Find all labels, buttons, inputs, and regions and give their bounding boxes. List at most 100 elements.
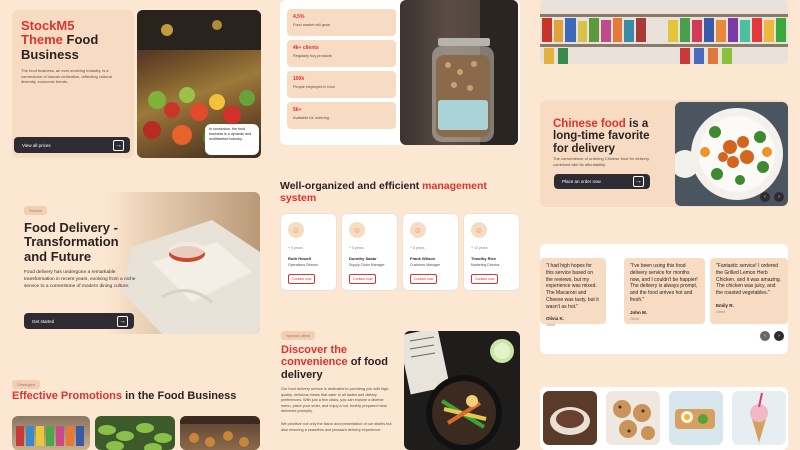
review-card: "I had high hopes for this service based… [540, 258, 606, 328]
stat-item: 4k+ clients Regularly buy products [287, 40, 396, 67]
stat-label: Available for ordering [293, 116, 329, 120]
chevron-left-icon: ‹ [764, 333, 766, 339]
arrow-right-icon: → [633, 176, 644, 187]
service-pill: Service [24, 206, 48, 215]
person-name: Dorothy Sabar [349, 256, 377, 261]
review-role: Client [546, 323, 555, 328]
shelf-photo [540, 0, 788, 64]
get-started-label: Get started [32, 318, 55, 324]
chinese-next-button[interactable]: › [774, 192, 784, 202]
chinese-title: Chinese food is a long-time favorite for… [553, 118, 678, 155]
promo-photo-1 [12, 416, 90, 450]
delivery-title: Food Delivery - Transformation and Futur… [24, 220, 119, 264]
user-icon: ☺ [349, 222, 365, 238]
jar-illustration [432, 0, 518, 145]
shelf-illustration [540, 14, 788, 64]
bowl-photo [404, 331, 520, 450]
promotions-title-rest: in the Food Business [122, 390, 237, 402]
stat-item: 5k+ Available for ordering [287, 102, 396, 129]
gallery-photo-1 [543, 391, 597, 445]
review-text: "I had high hopes for this service based… [546, 263, 599, 310]
user-icon: ☺ [410, 222, 426, 238]
gallery-photo-4 [732, 391, 786, 445]
discover-title-red: Discover the convenience [281, 344, 348, 369]
arrow-right-icon: → [117, 315, 128, 327]
contact-button[interactable]: Contact now [410, 274, 438, 284]
jar-photo [400, 0, 518, 145]
view-prices-button[interactable]: View all prices → [14, 137, 130, 153]
hero-card: StockM5 Theme Food Business The food bus… [12, 10, 134, 158]
bowl-illustration [404, 331, 514, 450]
review-text: "I've been using this food delivery serv… [630, 263, 698, 303]
contact-button[interactable]: Contact now [349, 274, 377, 284]
person-years: + 10 years [471, 246, 488, 250]
person-name: Ruth Howell [288, 256, 312, 261]
stat-label: People employed in food [293, 85, 335, 89]
person-years: + 5 years [288, 246, 303, 250]
stat-value: 5k+ [293, 107, 302, 113]
chinese-dish-illustration [675, 108, 783, 200]
chinese-title-line3: for delivery [553, 142, 615, 155]
cookies-illustration [613, 400, 655, 440]
person-role: Supply Chain Manager [349, 263, 385, 267]
chinese-title-rest: is a [625, 118, 649, 130]
reviews-next-button[interactable]: › [774, 331, 784, 341]
discover-body-1: Our food delivery service is dedicated t… [281, 387, 390, 413]
person-card: ☺ + 5 years Dorothy Sabar Supply Chain M… [341, 213, 398, 291]
delivery-body: Food delivery has undergone a remarkable… [24, 270, 136, 289]
user-icon: ☺ [471, 222, 487, 238]
hero-caption: In conclusion, the food business is a dy… [209, 127, 252, 142]
contact-button[interactable]: Contact now [288, 274, 316, 284]
toast-illustration [675, 409, 715, 429]
arrow-right-icon: → [113, 139, 124, 151]
get-started-button[interactable]: Get started → [24, 313, 134, 329]
chinese-body: The convenience of ordering Chinese food… [553, 156, 650, 167]
promotions-title: Effective Promotions in the Food Busines… [12, 390, 272, 402]
reviews-prev-button[interactable]: ‹ [760, 331, 770, 341]
promo-market-illustration [180, 416, 260, 447]
chinese-title-line2: long-time favorite [553, 130, 650, 143]
discover-title: Discover the convenience of food deliver… [281, 344, 397, 381]
management-title: Well-organized and efficient management … [280, 180, 520, 205]
person-role: Customer Manager [410, 263, 440, 267]
promo-photo-2 [95, 416, 175, 450]
person-role: Marketing Director [471, 263, 500, 267]
place-order-button[interactable]: Place an order now → [554, 174, 650, 189]
discover-body-2: We prioritize not only the flavor and pr… [281, 422, 392, 432]
hero-title-brand: StockM5 [21, 18, 75, 33]
review-role: Client [630, 316, 639, 321]
hero-body: The food business, an ever-evolving indu… [21, 67, 112, 85]
stat-label: Regularly buy products [293, 54, 332, 58]
place-order-label: Place an order now [562, 179, 601, 184]
promo-shelf-illustration [16, 426, 84, 446]
contact-button[interactable]: Contact now [471, 274, 499, 284]
hero-title-food: Food [66, 32, 99, 48]
view-prices-label: View all prices [22, 142, 51, 148]
user-icon: ☺ [288, 222, 304, 238]
person-name: Timothy Rice [471, 256, 497, 261]
hero-title-theme: Theme [21, 32, 63, 48]
promo-veg-illustration [98, 423, 172, 450]
hero-title-business: Business [21, 46, 79, 62]
gallery-photo-3 [669, 391, 723, 445]
chevron-right-icon: › [778, 194, 780, 200]
stat-value: 4k+ clients [293, 45, 319, 51]
stats-list: 4,5% Food market will grow 4k+ clients R… [287, 9, 396, 129]
gallery-photo-2 [606, 391, 660, 445]
stat-value: 4,5% [293, 14, 305, 20]
review-role: Client [716, 309, 725, 314]
strategies-pill: Strategies [12, 380, 41, 389]
stat-item: 100k People employed in food [287, 71, 396, 98]
stat-value: 100k [293, 76, 305, 82]
chevron-right-icon: › [778, 333, 780, 339]
review-name: John M. [630, 309, 647, 315]
chinese-prev-button[interactable]: ‹ [760, 192, 770, 202]
review-card: "Fantastic service! I ordered the Grille… [710, 258, 788, 324]
icecream-illustration [750, 392, 768, 443]
stat-item: 4,5% Food market will grow [287, 9, 396, 36]
hero-title: StockM5 Theme Food Business [21, 18, 125, 62]
chevron-left-icon: ‹ [764, 194, 766, 200]
person-years: + 6 years [410, 246, 425, 250]
person-card: ☺ + 5 years Ruth Howell Operations Direc… [280, 213, 337, 291]
review-name: Olivia K. [546, 316, 565, 322]
